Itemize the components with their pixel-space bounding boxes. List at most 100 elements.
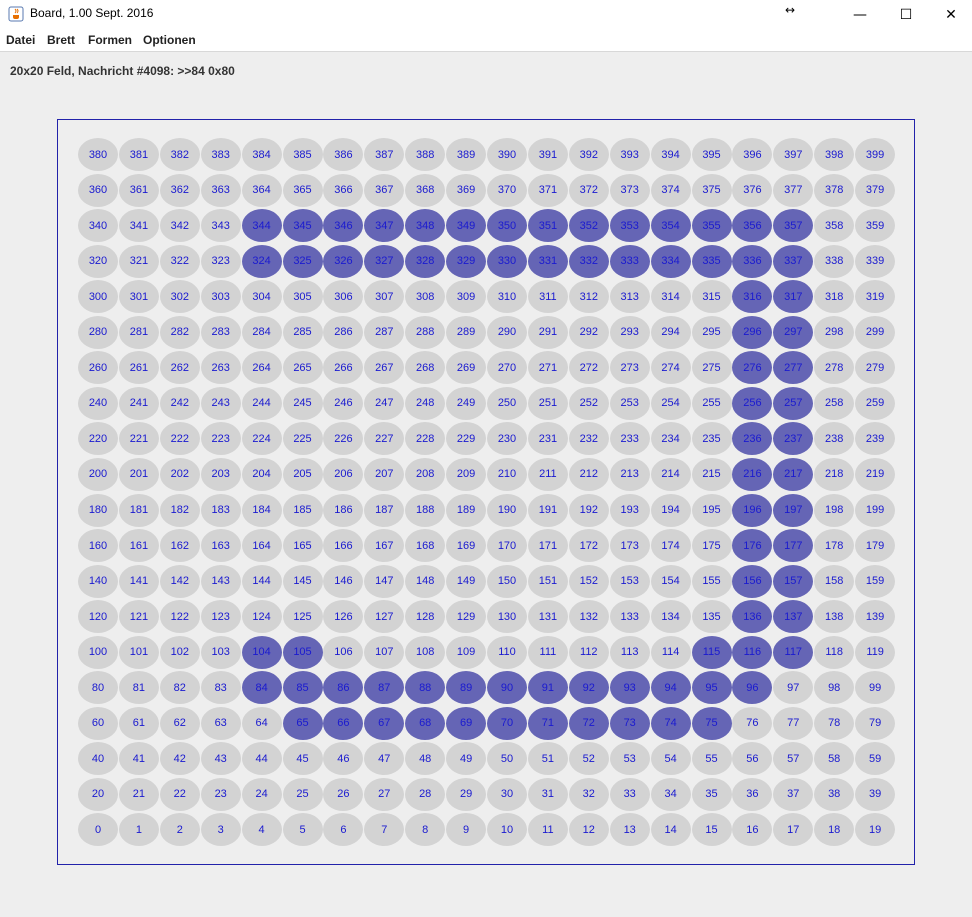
board-cell[interactable]: 8: [405, 813, 446, 847]
board-cell[interactable]: 158: [814, 564, 855, 598]
board-cell[interactable]: 221: [118, 422, 159, 456]
board-cell[interactable]: 366: [323, 173, 364, 207]
board-cell[interactable]: 47: [364, 742, 405, 776]
board-cell[interactable]: 144: [241, 564, 282, 598]
board-cell[interactable]: 320: [78, 244, 118, 278]
board-cell[interactable]: 89: [446, 671, 487, 705]
game-board[interactable]: 380 381 382 383 384 385 386 387 388 389 390 391 392 3…: [57, 119, 915, 865]
board-cell[interactable]: 371: [527, 173, 568, 207]
board-cell[interactable]: 314: [650, 280, 691, 314]
board-cell[interactable]: 234: [650, 422, 691, 456]
board-cell[interactable]: 289: [446, 315, 487, 349]
board-cell[interactable]: 322: [159, 244, 200, 278]
board-cell[interactable]: 305: [282, 280, 323, 314]
board-cell[interactable]: 283: [200, 315, 241, 349]
board-cell[interactable]: 263: [200, 351, 241, 385]
board-cell[interactable]: 146: [323, 564, 364, 598]
board-cell[interactable]: 379: [855, 173, 896, 207]
board-cell[interactable]: 369: [446, 173, 487, 207]
board-cell[interactable]: 217: [773, 457, 814, 491]
board-cell[interactable]: 61: [118, 706, 159, 740]
board-cell[interactable]: 171: [527, 529, 568, 563]
board-cell[interactable]: 0: [78, 813, 118, 847]
board-cell[interactable]: 180: [78, 493, 118, 527]
board-cell[interactable]: 44: [241, 742, 282, 776]
board-cell[interactable]: 13: [609, 813, 650, 847]
board-cell[interactable]: 351: [527, 209, 568, 243]
board-cell[interactable]: 399: [855, 138, 896, 171]
board-cell[interactable]: 200: [78, 457, 118, 491]
board-cell[interactable]: 169: [446, 529, 487, 563]
board-cell[interactable]: 41: [118, 742, 159, 776]
board-cell[interactable]: 294: [650, 315, 691, 349]
board-cell[interactable]: 56: [732, 742, 773, 776]
board-cell[interactable]: 25: [282, 777, 323, 811]
board-cell[interactable]: 253: [609, 386, 650, 420]
board-cell[interactable]: 360: [78, 173, 118, 207]
board-cell[interactable]: 38: [814, 777, 855, 811]
board-cell[interactable]: 251: [527, 386, 568, 420]
board-cell[interactable]: 203: [200, 457, 241, 491]
board-cell[interactable]: 332: [568, 244, 609, 278]
board-cell[interactable]: 103: [200, 635, 241, 669]
board-cell[interactable]: 380: [78, 138, 118, 171]
board-cell[interactable]: 232: [568, 422, 609, 456]
board-cell[interactable]: 275: [691, 351, 732, 385]
board-cell[interactable]: 14: [650, 813, 691, 847]
board-cell[interactable]: 186: [323, 493, 364, 527]
board-cell[interactable]: 218: [814, 457, 855, 491]
board-cell[interactable]: 16: [732, 813, 773, 847]
board-cell[interactable]: 334: [650, 244, 691, 278]
board-cell[interactable]: 127: [364, 600, 405, 634]
board-cell[interactable]: 154: [650, 564, 691, 598]
board-cell[interactable]: 340: [78, 209, 118, 243]
board-cell[interactable]: 63: [200, 706, 241, 740]
board-cell[interactable]: 345: [282, 209, 323, 243]
board-cell[interactable]: 85: [282, 671, 323, 705]
board-cell[interactable]: 274: [650, 351, 691, 385]
board-cell[interactable]: 290: [487, 315, 527, 349]
board-cell[interactable]: 117: [773, 635, 814, 669]
board-cell[interactable]: 84: [241, 671, 282, 705]
minimize-button[interactable]: —: [837, 0, 883, 29]
board-cell[interactable]: 254: [650, 386, 691, 420]
board-cell[interactable]: 195: [691, 493, 732, 527]
board-cell[interactable]: 309: [446, 280, 487, 314]
board-cell[interactable]: 45: [282, 742, 323, 776]
board-cell[interactable]: 324: [241, 244, 282, 278]
board-cell[interactable]: 255: [691, 386, 732, 420]
board-cell[interactable]: 135: [691, 600, 732, 634]
board-cell[interactable]: 34: [650, 777, 691, 811]
board-cell[interactable]: 258: [814, 386, 855, 420]
board-cell[interactable]: 276: [732, 351, 773, 385]
board-cell[interactable]: 24: [241, 777, 282, 811]
board-cell[interactable]: 92: [568, 671, 609, 705]
board-cell[interactable]: 211: [527, 457, 568, 491]
board-cell[interactable]: 182: [159, 493, 200, 527]
board-cell[interactable]: 367: [364, 173, 405, 207]
board-cell[interactable]: 262: [159, 351, 200, 385]
board-cell[interactable]: 384: [241, 138, 282, 171]
board-cell[interactable]: 10: [487, 813, 527, 847]
board-cell[interactable]: 272: [568, 351, 609, 385]
board-cell[interactable]: 58: [814, 742, 855, 776]
board-cell[interactable]: 244: [241, 386, 282, 420]
board-cell[interactable]: 115: [691, 635, 732, 669]
board-cell[interactable]: 53: [609, 742, 650, 776]
board-cell[interactable]: 336: [732, 244, 773, 278]
board-cell[interactable]: 6: [323, 813, 364, 847]
board-cell[interactable]: 143: [200, 564, 241, 598]
board-cell[interactable]: 197: [773, 493, 814, 527]
board-cell[interactable]: 190: [487, 493, 527, 527]
board-cell[interactable]: 76: [732, 706, 773, 740]
board-cell[interactable]: 354: [650, 209, 691, 243]
board-cell[interactable]: 193: [609, 493, 650, 527]
board-cell[interactable]: 281: [118, 315, 159, 349]
board-cell[interactable]: 136: [732, 600, 773, 634]
board-cell[interactable]: 192: [568, 493, 609, 527]
board-cell[interactable]: 153: [609, 564, 650, 598]
board-cell[interactable]: 277: [773, 351, 814, 385]
board-cell[interactable]: 36: [732, 777, 773, 811]
board-cell[interactable]: 106: [323, 635, 364, 669]
board-cell[interactable]: 88: [405, 671, 446, 705]
